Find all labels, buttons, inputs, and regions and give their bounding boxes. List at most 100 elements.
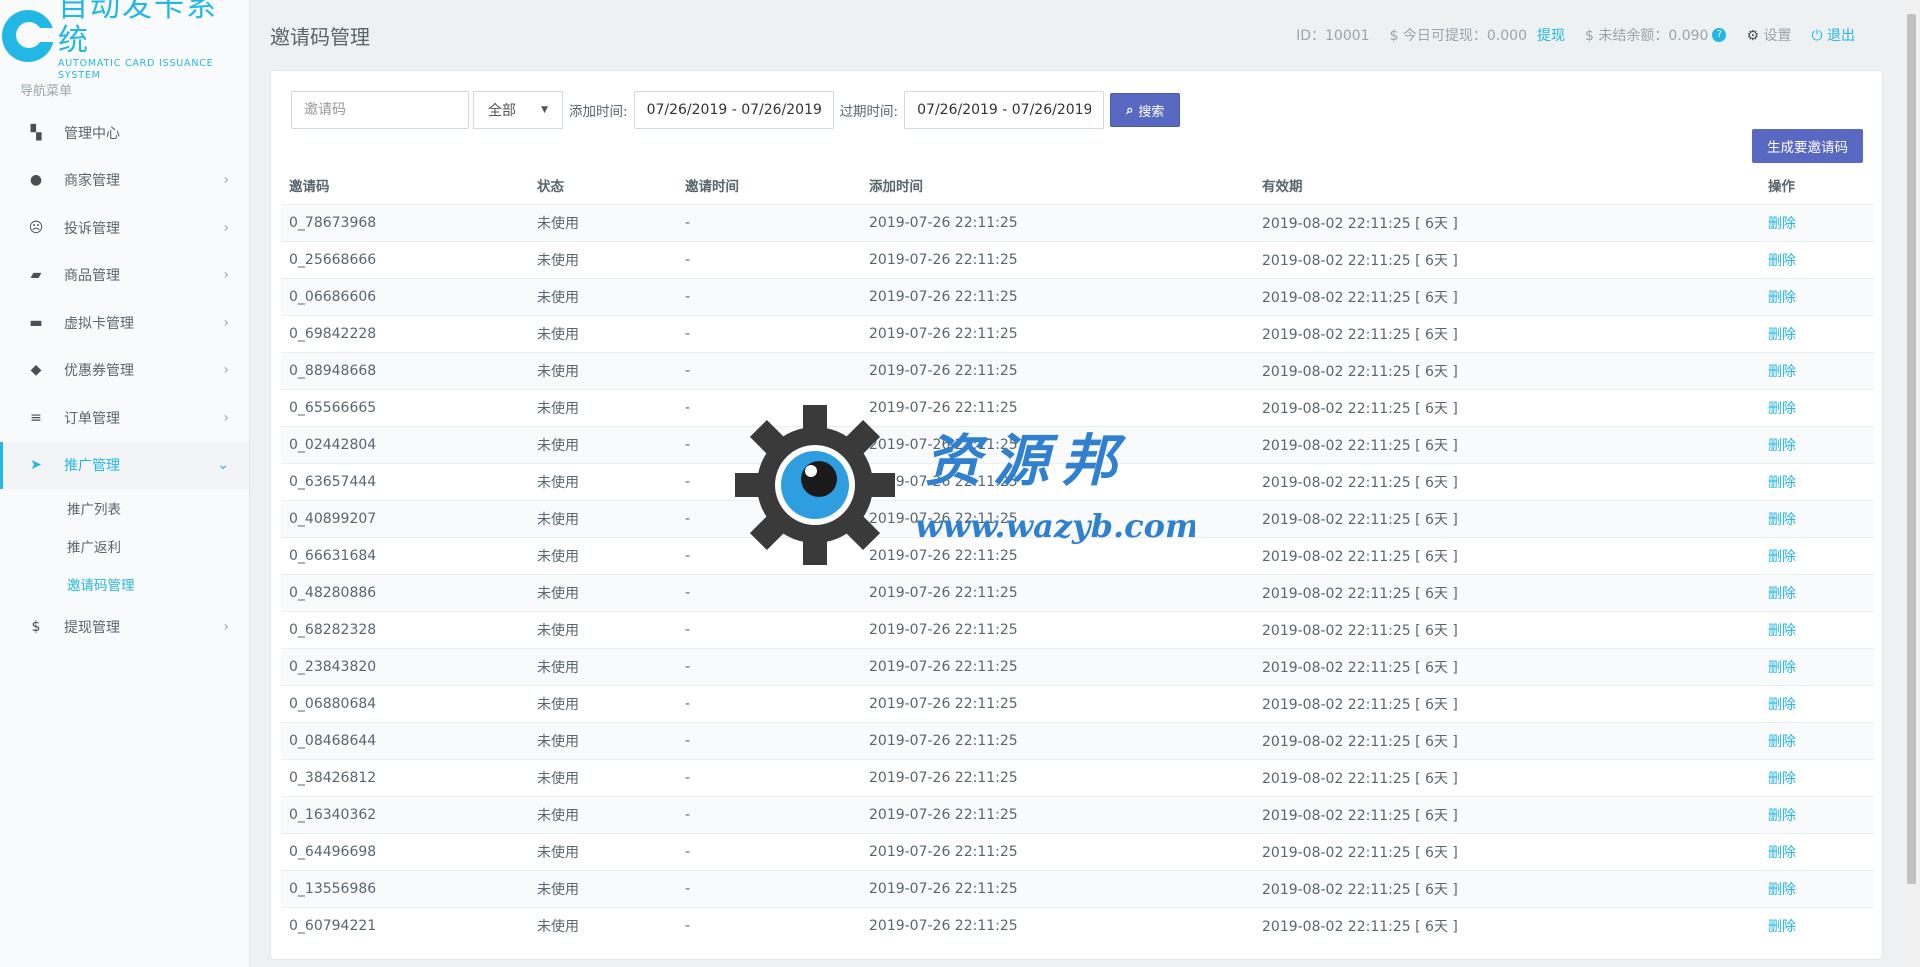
delete-link[interactable]: 删除 <box>1760 795 1874 833</box>
cell-invite-time: - <box>677 573 861 611</box>
settings-button[interactable]: ⚙ 设置 <box>1746 25 1791 45</box>
invite-code-input[interactable] <box>291 91 469 129</box>
cell-expiry: 2019-08-02 22:11:25 [ 6天 ] <box>1254 314 1760 352</box>
cell-add-time: 2019-07-26 22:11:25 <box>861 758 1254 796</box>
table-row: 0_66631684 未使用 -2019-07-26 22:11:25 2019-08… <box>281 536 1874 574</box>
delete-link[interactable]: 删除 <box>1760 277 1874 315</box>
cell-status: 未使用 <box>529 462 677 500</box>
table-header-row: 邀请码 状态 邀请时间 添加时间 有效期 操作 <box>281 166 1874 205</box>
cell-add-time: 2019-07-26 22:11:25 <box>861 906 1254 944</box>
table-row: 0_65566665 未使用 -2019-07-26 22:11:25 2019-08… <box>281 388 1874 426</box>
delete-link[interactable]: 删除 <box>1760 869 1874 907</box>
delete-link[interactable]: 删除 <box>1760 906 1874 944</box>
help-icon[interactable]: ? <box>1712 28 1727 42</box>
logout-button[interactable]: ⏻ 退出 <box>1811 25 1855 45</box>
top-header: 邀请码管理 ID：10001 $ 今日可提现：0.000 提现 $ 未结余额：0… <box>250 0 1905 70</box>
gear-icon: ⚙ <box>1746 28 1760 44</box>
sidebar-item-label: 管理中心 <box>64 125 120 142</box>
logo-title: 自动发卡系统 <box>58 0 218 58</box>
logo[interactable]: 自动发卡系统 AUTOMATIC CARD ISSUANCE SYSTEM <box>0 0 249 81</box>
cell-add-time: 2019-07-26 22:11:25 <box>861 795 1254 833</box>
delete-link[interactable]: 删除 <box>1760 832 1874 870</box>
filter-bar: 全部 ▼ 添加时间: 过期时间: ⌕ 搜索 <box>291 91 1181 129</box>
delete-link[interactable]: 删除 <box>1760 721 1874 759</box>
cell-expiry: 2019-08-02 22:11:25 [ 6天 ] <box>1254 758 1760 796</box>
table-row: 0_02442804 未使用 -2019-07-26 22:11:25 2019-08… <box>281 425 1874 463</box>
col-invite-code: 邀请码 <box>281 166 529 205</box>
sidebar-item[interactable]: ● 商家管理 › <box>0 157 249 205</box>
sidebar-item[interactable]: ▰ 商品管理 › <box>0 252 249 300</box>
sidebar-item[interactable]: $ 提现管理 › <box>0 603 249 651</box>
cell-invite-time: - <box>677 277 861 315</box>
sidebar-item[interactable]: ▚ 管理中心 <box>0 109 249 157</box>
cell-status: 未使用 <box>529 240 677 278</box>
sidebar-item[interactable]: ≡ 订单管理 › <box>0 394 249 442</box>
chevron-icon: › <box>223 267 229 284</box>
cell-expiry: 2019-08-02 22:11:25 [ 6天 ] <box>1254 647 1760 685</box>
delete-link[interactable]: 删除 <box>1760 573 1874 611</box>
cell-invite-code: 0_63657444 <box>281 462 529 500</box>
withdraw-link[interactable]: 提现 <box>1537 25 1565 45</box>
col-status: 状态 <box>529 166 677 205</box>
sidebar-item[interactable]: ▬ 虚拟卡管理 › <box>0 299 249 347</box>
sidebar-subitem[interactable]: 推广返利 <box>0 527 249 565</box>
page-title: 邀请码管理 <box>270 24 370 49</box>
cell-invite-code: 0_68282328 <box>281 610 529 648</box>
cell-status: 未使用 <box>529 351 677 389</box>
cell-invite-code: 0_66631684 <box>281 536 529 574</box>
search-button[interactable]: ⌕ 搜索 <box>1110 93 1181 127</box>
frown-icon: ☹ <box>28 219 44 236</box>
delete-link[interactable]: 删除 <box>1760 425 1874 463</box>
cell-invite-time: - <box>677 425 861 463</box>
generate-invite-code-button[interactable]: 生成要邀请码 <box>1752 129 1863 163</box>
unsettled-balance: $ 未结余额：0.090 <box>1585 28 1709 44</box>
scrollbar-thumb[interactable] <box>1907 14 1916 884</box>
cell-invite-code: 0_48280886 <box>281 573 529 611</box>
delete-link[interactable]: 删除 <box>1760 647 1874 685</box>
delete-link[interactable]: 删除 <box>1760 462 1874 500</box>
delete-link[interactable]: 删除 <box>1760 314 1874 352</box>
cell-status: 未使用 <box>529 203 677 241</box>
delete-link[interactable]: 删除 <box>1760 536 1874 574</box>
add-time-label: 添加时间: <box>569 104 628 120</box>
table-row: 0_78673968 未使用 -2019-07-26 22:11:25 2019-08… <box>281 203 1874 241</box>
delete-link[interactable]: 删除 <box>1760 684 1874 722</box>
logo-icon <box>2 10 58 62</box>
logo-subtitle: AUTOMATIC CARD ISSUANCE SYSTEM <box>58 58 214 81</box>
cell-add-time: 2019-07-26 22:11:25 <box>861 721 1254 759</box>
delete-link[interactable]: 删除 <box>1760 610 1874 648</box>
cell-invite-time: - <box>677 388 861 426</box>
expire-time-range-input[interactable] <box>904 91 1105 129</box>
cell-status: 未使用 <box>529 795 677 833</box>
sidebar-subitem[interactable]: 推广列表 <box>0 489 249 527</box>
sidebar-item[interactable]: ➤ 推广管理 ⌄ <box>0 441 249 489</box>
cell-expiry: 2019-08-02 22:11:25 [ 6天 ] <box>1254 388 1760 426</box>
delete-link[interactable]: 删除 <box>1760 203 1874 241</box>
status-select[interactable]: 全部 ▼ <box>473 91 563 129</box>
cell-invite-code: 0_06880684 <box>281 684 529 722</box>
add-time-range-input[interactable] <box>633 91 834 129</box>
user-icon: ● <box>29 172 43 189</box>
main-panel: 全部 ▼ 添加时间: 过期时间: ⌕ 搜索 生成要邀请码 邀请码 状态 邀请时间… <box>270 70 1883 960</box>
cell-invite-code: 0_23843820 <box>281 647 529 685</box>
delete-link[interactable]: 删除 <box>1760 499 1874 537</box>
vertical-scrollbar[interactable] <box>1903 0 1920 967</box>
cell-add-time: 2019-07-26 22:11:25 <box>861 314 1254 352</box>
cell-invite-time: - <box>677 684 861 722</box>
delete-link[interactable]: 删除 <box>1760 758 1874 796</box>
cell-add-time: 2019-07-26 22:11:25 <box>861 610 1254 648</box>
cell-expiry: 2019-08-02 22:11:25 [ 6天 ] <box>1254 573 1760 611</box>
delete-link[interactable]: 删除 <box>1760 240 1874 278</box>
nav-list: ▚ 管理中心 ● 商家管理 › ☹ 投诉管理 › ▰ 商品管理 › ▬ 虚拟卡管理 › ◆ 优惠券管理 › ≡ 订单… <box>0 109 249 651</box>
delete-link[interactable]: 删除 <box>1760 351 1874 389</box>
sidebar-subitem[interactable]: 邀请码管理 <box>0 565 249 603</box>
cell-invite-code: 0_40899207 <box>281 499 529 537</box>
cell-status: 未使用 <box>529 573 677 611</box>
cell-invite-time: - <box>677 240 861 278</box>
table-row: 0_40899207 未使用 -2019-07-26 22:11:25 2019-08… <box>281 499 1874 537</box>
delete-link[interactable]: 删除 <box>1760 388 1874 426</box>
sidebar-item[interactable]: ☹ 投诉管理 › <box>0 204 249 252</box>
cell-status: 未使用 <box>529 277 677 315</box>
chevron-icon: › <box>223 219 229 236</box>
sidebar-item[interactable]: ◆ 优惠券管理 › <box>0 347 249 395</box>
